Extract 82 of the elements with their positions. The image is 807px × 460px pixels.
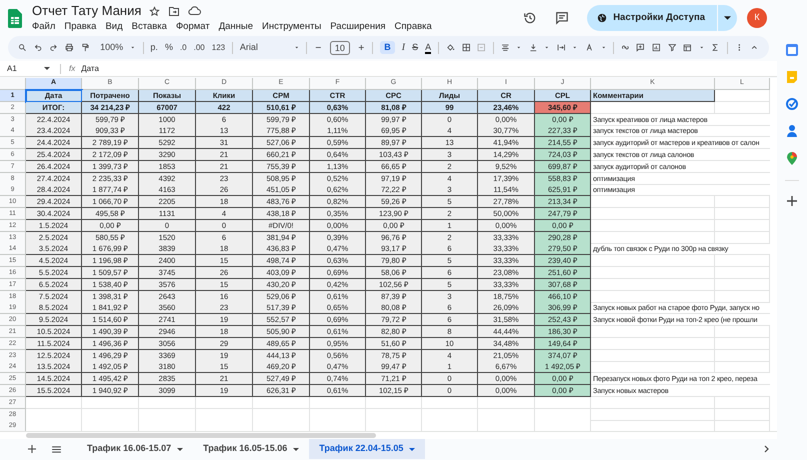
print-icon[interactable] bbox=[64, 42, 74, 53]
decrease-decimals-button[interactable]: .0 bbox=[180, 42, 187, 54]
star-icon[interactable] bbox=[149, 6, 160, 16]
redo-icon[interactable] bbox=[49, 42, 58, 53]
text-color-button[interactable]: A bbox=[425, 42, 432, 54]
cloud-icon[interactable] bbox=[188, 6, 202, 16]
sigma-icon[interactable] bbox=[711, 42, 720, 53]
map-pin-icon[interactable] bbox=[787, 152, 797, 165]
chart-icon[interactable] bbox=[652, 42, 661, 53]
menu-item[interactable]: Справка bbox=[394, 21, 432, 33]
font-size-field[interactable]: 10 bbox=[330, 40, 350, 54]
empty-cell bbox=[715, 408, 770, 421]
plus-icon[interactable] bbox=[356, 42, 366, 53]
empty-cell bbox=[715, 232, 770, 244]
menu-item[interactable]: Вставка bbox=[132, 21, 167, 33]
text-rotate-icon[interactable] bbox=[584, 42, 594, 53]
menu-item[interactable]: Формат bbox=[176, 21, 210, 33]
menu-item[interactable]: Расширения bbox=[330, 21, 386, 33]
person-icon[interactable] bbox=[787, 125, 797, 137]
empty-cell bbox=[715, 255, 770, 268]
sheets-logo-icon[interactable] bbox=[8, 8, 22, 28]
currency-button[interactable]: р. bbox=[150, 40, 158, 54]
vertical-align-icon[interactable] bbox=[528, 42, 538, 53]
strikethrough-button[interactable]: S bbox=[412, 40, 418, 54]
empty-cell bbox=[715, 326, 770, 338]
bold-button[interactable]: B bbox=[380, 40, 395, 54]
borders-icon[interactable] bbox=[462, 42, 470, 53]
chevron-right-icon[interactable] bbox=[764, 445, 769, 453]
number-format-button[interactable]: 123 bbox=[212, 42, 226, 54]
fx-label: fx bbox=[69, 62, 76, 74]
empty-cell bbox=[715, 266, 770, 279]
share-button[interactable]: Настройки Доступа bbox=[587, 5, 737, 31]
plus-icon[interactable] bbox=[787, 196, 797, 206]
empty-cell bbox=[715, 208, 770, 220]
empty-cell bbox=[715, 350, 770, 362]
increase-decimals-button[interactable]: .00 bbox=[194, 42, 205, 54]
caret-icon[interactable] bbox=[724, 16, 731, 20]
caret-icon[interactable] bbox=[293, 448, 300, 450]
calendar-icon[interactable] bbox=[786, 44, 798, 56]
empty-cell bbox=[715, 278, 770, 291]
empty-cell bbox=[715, 361, 770, 374]
italic-button[interactable]: I bbox=[402, 40, 406, 55]
font-select[interactable]: Arial bbox=[240, 40, 287, 54]
sheet-tab[interactable]: Трафик 16.06-15.07 bbox=[77, 439, 194, 459]
folder-move-icon[interactable] bbox=[168, 6, 180, 16]
empty-cell bbox=[715, 196, 770, 208]
menu-item[interactable]: Правка bbox=[64, 21, 96, 33]
sheet-tab[interactable]: Трафик 22.04-15.05 bbox=[309, 439, 426, 459]
formula-field[interactable]: Дата bbox=[81, 62, 777, 74]
menu-item[interactable]: Инструменты bbox=[262, 21, 322, 33]
align-icon[interactable] bbox=[500, 42, 510, 53]
horizontal-scrollbar[interactable] bbox=[0, 431, 777, 439]
zoom-select[interactable]: 100% bbox=[100, 40, 124, 54]
globe-icon bbox=[597, 13, 608, 23]
task-icon[interactable] bbox=[786, 98, 798, 110]
fill-color-icon[interactable] bbox=[446, 42, 455, 53]
menu-item[interactable]: Вид bbox=[105, 21, 123, 33]
empty-cell bbox=[715, 102, 770, 114]
menu-item[interactable]: Данные bbox=[218, 21, 254, 33]
avatar[interactable]: К bbox=[747, 8, 767, 28]
sheet-tab[interactable]: Трафик 16.05-15.06 bbox=[193, 439, 310, 459]
add-comment-icon[interactable] bbox=[636, 42, 646, 53]
plus-icon[interactable] bbox=[28, 445, 36, 453]
empty-cell bbox=[715, 290, 770, 303]
caret-icon[interactable] bbox=[177, 448, 184, 450]
name-box[interactable]: A1 bbox=[0, 62, 44, 74]
filter-icon[interactable] bbox=[668, 42, 676, 53]
wrap-icon[interactable] bbox=[556, 42, 566, 53]
filter-views-icon[interactable] bbox=[683, 42, 692, 53]
document-title[interactable]: Отчет Тату Мания bbox=[32, 3, 142, 19]
empty-cell bbox=[715, 396, 770, 409]
empty-cell bbox=[715, 338, 770, 350]
comment-icon[interactable] bbox=[555, 11, 570, 25]
empty-cell bbox=[715, 220, 770, 232]
paint-roller-icon[interactable] bbox=[80, 42, 90, 53]
search-icon[interactable] bbox=[18, 42, 27, 53]
caret-icon[interactable] bbox=[44, 67, 50, 70]
menu-icon[interactable] bbox=[52, 446, 61, 452]
percent-button[interactable]: % bbox=[164, 40, 173, 54]
history-icon[interactable] bbox=[523, 11, 538, 25]
undo-icon[interactable] bbox=[34, 42, 42, 53]
menu-item[interactable]: Файл bbox=[32, 21, 56, 33]
